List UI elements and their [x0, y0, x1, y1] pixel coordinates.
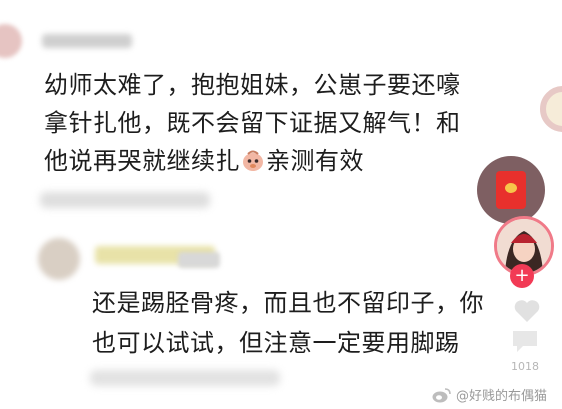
screenshot-frame: 幼师太难了，抱抱姐妹，公崽子要还嚎 拿针扎他，既不会留下证据又解气！和 他说再哭…: [0, 0, 562, 409]
decoration-ring-icon: [540, 86, 562, 132]
comment-line-3: 他说再哭就继续扎: [44, 147, 240, 175]
like-heart-icon[interactable]: [512, 296, 542, 326]
chick-face-icon: [241, 145, 265, 171]
like-count: 1018: [511, 360, 539, 373]
commenter-avatar[interactable]: [0, 24, 22, 58]
replier-avatar[interactable]: [38, 238, 80, 280]
comment-meta-blurred: [40, 192, 210, 208]
comment-body: 幼师太难了，抱抱姐妹，公崽子要还嚎 拿针扎他，既不会留下证据又解气！和 他说再哭…: [44, 66, 514, 180]
reply-body: 还是踢胫骨疼，而且也不留印子，你 也可以试试，但注意一定要用脚踢: [92, 283, 542, 363]
comment-line-1: 幼师太难了，抱抱姐妹，公崽子要还嚎: [44, 71, 461, 99]
reply-meta-blurred: [90, 370, 280, 386]
red-packet-button[interactable]: [477, 156, 545, 224]
watermark: @好贱的布偶猫: [432, 385, 547, 404]
replier-tag-blurred: [178, 252, 220, 268]
commenter-name-blurred: [42, 34, 132, 48]
comment-line-2: 拿针扎他，既不会留下证据又解气！和: [44, 109, 461, 137]
weibo-logo-icon: [432, 387, 451, 402]
follow-button[interactable]: +: [510, 264, 534, 288]
comment-bubble-icon[interactable]: [509, 326, 541, 356]
reply-line-1: 还是踢胫骨疼，而且也不留印子，你: [92, 289, 484, 317]
watermark-text: @好贱的布偶猫: [456, 389, 548, 404]
red-packet-icon: [496, 171, 526, 209]
reply-line-2: 也可以试试，但注意一定要用脚踢: [92, 329, 460, 357]
comment-line-4: 亲测有效: [266, 147, 364, 175]
